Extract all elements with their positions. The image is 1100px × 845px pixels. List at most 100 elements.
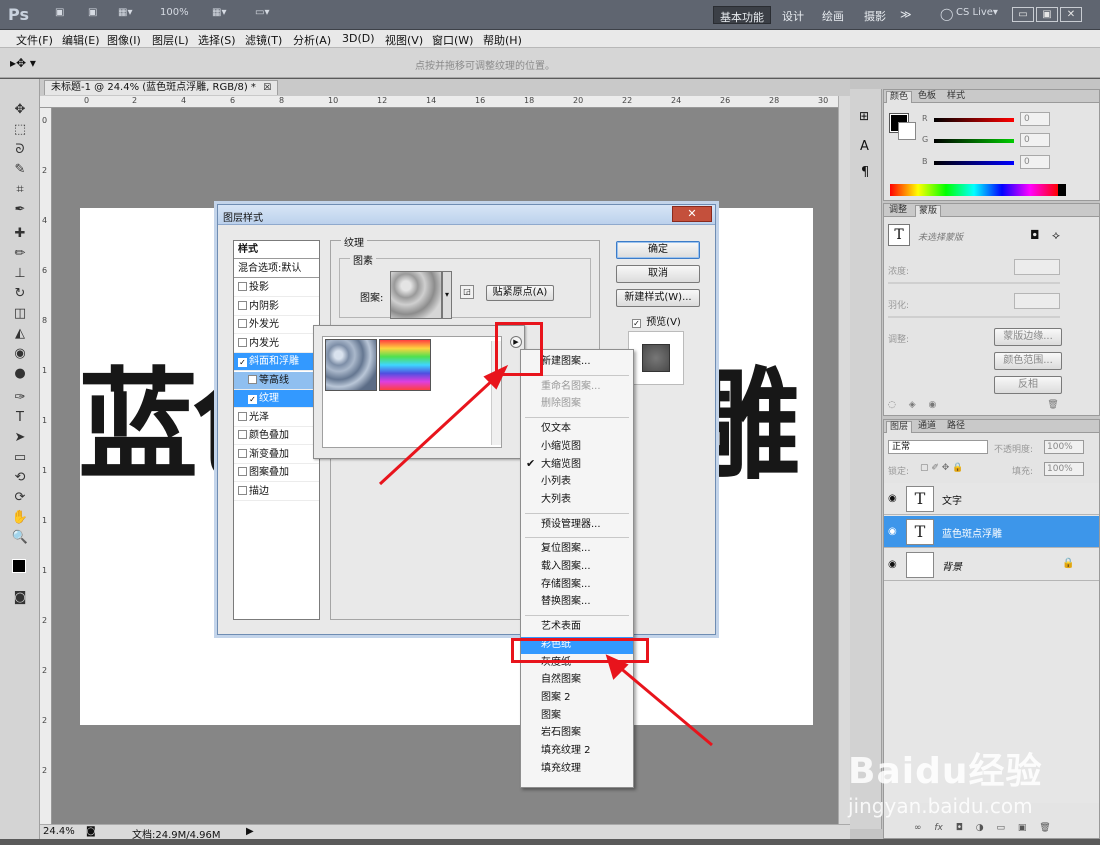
history-panel-icon[interactable]: ⊞ — [859, 109, 869, 123]
style-checkbox[interactable]: ✓ — [248, 395, 257, 404]
style-item[interactable]: ✓ 斜面和浮雕 — [234, 353, 319, 371]
menu-filter[interactable]: 滤镜(T) — [245, 32, 282, 48]
paint-bucket-tool-icon[interactable]: ◭ — [10, 325, 30, 343]
pattern-menu-item[interactable]: 重命名图案... — [521, 379, 633, 396]
menu-help[interactable]: 帮助(H) — [483, 32, 522, 48]
pattern-menu-item[interactable]: 复位图案... — [521, 541, 633, 558]
style-item[interactable]: 渐变叠加 — [234, 446, 319, 464]
workspace-essentials[interactable]: 基本功能 — [713, 6, 771, 24]
zoom-tool-icon[interactable]: 🔍 — [10, 529, 30, 547]
style-checkbox[interactable] — [238, 411, 247, 421]
style-checkbox[interactable] — [238, 300, 247, 310]
tab-adjustments[interactable]: 调整 — [886, 205, 910, 217]
workspace-photography[interactable]: 摄影 — [858, 6, 892, 24]
menu-layer[interactable]: 图层(L) — [152, 32, 189, 48]
style-checkbox[interactable] — [238, 282, 247, 291]
pattern-menu-item[interactable]: 小缩览图 — [521, 439, 633, 456]
black-sample[interactable] — [1058, 184, 1066, 196]
menu-select[interactable]: 选择(S) — [198, 32, 236, 48]
zoom-level-display[interactable]: 100% — [160, 7, 189, 23]
green-slider[interactable] — [934, 139, 1014, 143]
delete-mask-icon[interactable]: 🗑 — [1047, 400, 1058, 410]
density-field[interactable] — [1014, 259, 1060, 275]
blur-tool-icon[interactable]: ◉ — [10, 345, 30, 363]
fill-field[interactable]: 100% — [1044, 462, 1084, 476]
pattern-menu-item[interactable]: 替换图案... — [521, 594, 633, 611]
pattern-menu-item[interactable]: 艺术表面 — [521, 619, 633, 636]
paragraph-panel-icon[interactable]: ¶ — [861, 165, 869, 180]
type-tool-icon[interactable]: T — [10, 409, 30, 427]
red-value[interactable]: 0 — [1020, 112, 1050, 126]
arrange-documents-icon[interactable]: ▦▾ — [212, 7, 226, 23]
pattern-menu-item[interactable]: 删除图案 — [521, 396, 633, 413]
blend-mode-select[interactable]: 正常 — [888, 440, 988, 454]
style-item[interactable]: ✓ 纹理 — [234, 390, 319, 408]
menu-image[interactable]: 图像(I) — [107, 32, 141, 48]
apply-mask-icon[interactable]: ◈ — [909, 400, 916, 410]
menu-analysis[interactable]: 分析(A) — [293, 32, 331, 48]
menu-3d[interactable]: 3D(D) — [342, 32, 375, 45]
style-item[interactable]: 内阴影 — [234, 298, 319, 316]
feather-field[interactable] — [1014, 293, 1060, 309]
menu-edit[interactable]: 编辑(E) — [62, 32, 100, 48]
disable-mask-icon[interactable]: ◉ — [929, 400, 937, 410]
pattern-menu-item[interactable]: 填充纹理 2 — [521, 743, 633, 760]
load-selection-icon[interactable]: ◌ — [888, 400, 896, 410]
healing-brush-tool-icon[interactable]: ✚ — [10, 225, 30, 243]
style-item[interactable]: 描边 — [234, 483, 319, 501]
view-extras-icon[interactable]: ▦▾ — [118, 7, 132, 23]
blue-slider[interactable] — [934, 161, 1014, 165]
foreground-color-swatch[interactable] — [12, 559, 26, 573]
pattern-menu-item[interactable]: 小列表 — [521, 474, 633, 491]
lasso-tool-icon[interactable]: ᘐ — [10, 141, 30, 159]
style-checkbox[interactable]: ✓ — [238, 358, 247, 367]
preview-checkbox[interactable]: ✓ 预览(V) — [632, 313, 681, 328]
quick-mask-icon[interactable]: ◙ — [10, 589, 30, 607]
style-item[interactable]: 内发光 — [234, 335, 319, 353]
close-window-button[interactable]: ✕ — [1060, 7, 1082, 22]
marquee-tool-icon[interactable]: ⬚ — [10, 121, 30, 139]
minimize-button[interactable]: ▭ — [1012, 7, 1034, 22]
red-slider[interactable] — [934, 118, 1014, 122]
workspace-painting[interactable]: 绘画 — [816, 6, 850, 24]
background-swatch[interactable] — [898, 122, 916, 140]
move-tool-preset-icon[interactable]: ▸✥ ▾ — [10, 56, 36, 70]
status-menu-arrow-icon[interactable]: ▶ — [246, 826, 254, 837]
pattern-menu-item[interactable]: 仅文本 — [521, 421, 633, 438]
workspace-more[interactable]: ≫ — [894, 6, 918, 24]
color-range-button[interactable]: 颜色范围... — [994, 352, 1062, 370]
invert-button[interactable]: 反相 — [994, 376, 1062, 394]
dialog-close-button[interactable]: ✕ — [672, 206, 712, 222]
vertical-scrollbar[interactable] — [838, 96, 850, 824]
visibility-eye-icon[interactable]: ◉ — [888, 559, 897, 570]
history-brush-tool-icon[interactable]: ↻ — [10, 285, 30, 303]
pattern-swatch[interactable] — [390, 271, 442, 319]
screen-mode-icon[interactable]: ▭▾ — [255, 7, 269, 23]
layer-row-selected[interactable]: ◉ T 蓝色斑点浮雕 — [884, 516, 1099, 548]
opacity-field[interactable]: 100% — [1044, 440, 1084, 454]
pattern-menu-item[interactable]: 填充纹理 — [521, 761, 633, 778]
eraser-tool-icon[interactable]: ◫ — [10, 305, 30, 323]
tab-swatches[interactable]: 色板 — [915, 91, 939, 103]
bridge-icon[interactable]: ▣ — [55, 7, 64, 23]
pixel-mask-icon[interactable]: ◘ — [1030, 228, 1040, 242]
style-checkbox[interactable] — [238, 448, 247, 458]
pattern-menu-item[interactable]: 图案 — [521, 708, 633, 725]
color-spectrum-bar[interactable] — [890, 184, 1058, 196]
minibridge-icon[interactable]: ▣ — [88, 7, 97, 23]
hand-tool-icon[interactable]: ✋ — [10, 509, 30, 527]
blue-value[interactable]: 0 — [1020, 155, 1050, 169]
pattern-menu-item[interactable]: 预设管理器... — [521, 517, 633, 534]
crop-tool-icon[interactable]: ⌗ — [10, 181, 30, 199]
layer-row-text[interactable]: ◉ T 文字 — [884, 483, 1099, 515]
tab-color[interactable]: 颜色 — [886, 91, 913, 103]
style-checkbox[interactable] — [238, 467, 247, 476]
style-item[interactable]: 颜色叠加 — [234, 427, 319, 445]
restore-button[interactable]: ▣ — [1036, 7, 1058, 22]
brush-tool-icon[interactable]: ✏ — [10, 245, 30, 263]
style-checkbox[interactable] — [238, 319, 247, 328]
style-checkbox[interactable] — [238, 430, 247, 439]
pattern-dropdown-arrow-icon[interactable]: ▾ — [442, 271, 452, 319]
feather-slider[interactable] — [888, 316, 1060, 318]
menu-view[interactable]: 视图(V) — [385, 32, 423, 48]
